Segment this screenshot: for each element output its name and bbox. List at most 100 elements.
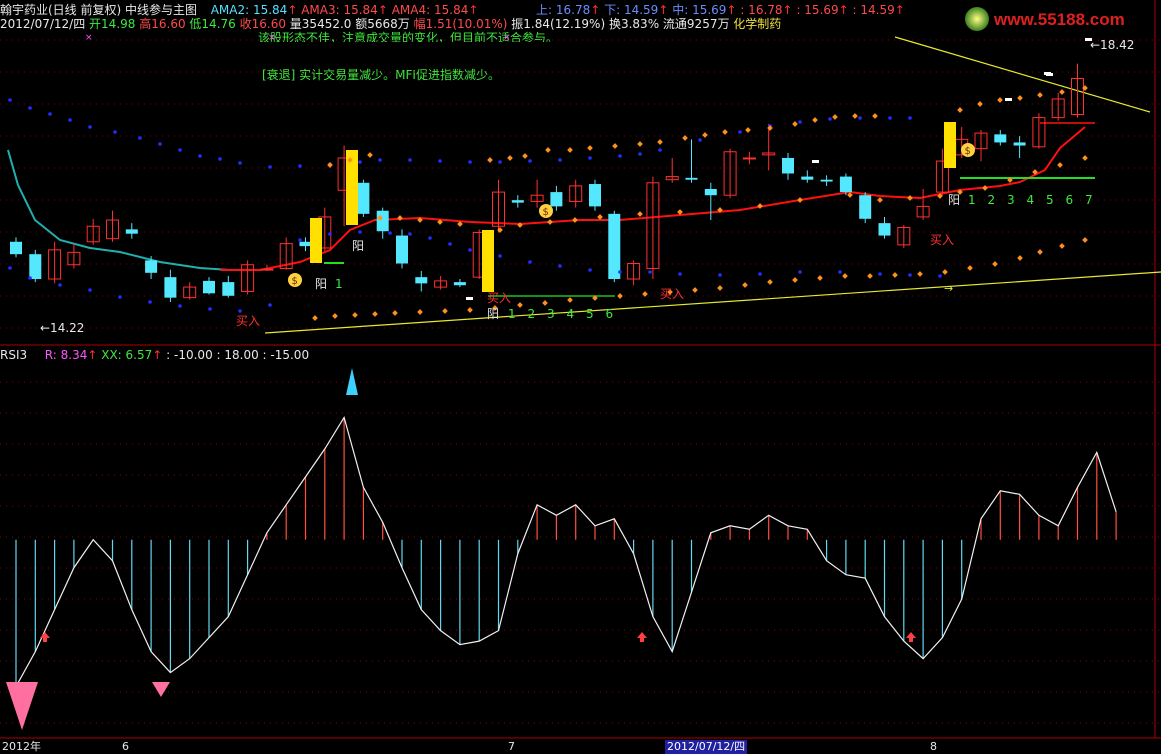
band-dot-blue: [378, 158, 382, 162]
band-dot-blue: [408, 232, 412, 236]
candle-body: [859, 195, 872, 219]
band-dot-orange: [1017, 95, 1023, 101]
buy-arrow-icon: [906, 632, 916, 638]
candle: [820, 175, 833, 186]
band-dot-blue: [618, 154, 622, 158]
count-label: 2: [528, 307, 536, 321]
candle: [396, 229, 408, 269]
band-dot-blue: [88, 288, 92, 292]
candle: [530, 179, 544, 208]
candle-body: [550, 192, 563, 207]
limit-up-bar: [944, 122, 956, 168]
band-dot-orange: [597, 214, 603, 220]
band-dot-orange: [702, 132, 708, 138]
candle-body: [222, 282, 235, 296]
count-label: 1: [968, 193, 976, 207]
candle-body: [1013, 142, 1026, 146]
buy-arrow-icon: [637, 632, 647, 638]
band-dot-orange: [442, 308, 448, 314]
chart-canvas[interactable]: × × × ←18.42←14.22阳阳阳阳11 2 3 4 5 61 2 3 4 5 6 7买入买入 买入买…: [0, 0, 1161, 751]
candle: [723, 148, 737, 199]
band-dot-orange: [745, 127, 751, 133]
band-dot-blue: [528, 260, 532, 264]
band-dot-blue: [238, 161, 242, 165]
band-dot-blue: [798, 270, 802, 274]
band-dot-blue: [268, 165, 272, 169]
band-dot-blue: [208, 307, 212, 311]
band-dot-orange: [812, 117, 818, 123]
ama-teal-line: [7, 149, 231, 271]
band-dot-blue: [178, 304, 182, 308]
candle-body: [376, 210, 389, 232]
band-dot-orange: [767, 279, 773, 285]
band-dot-blue: [498, 160, 502, 164]
band-dot-blue: [888, 116, 892, 120]
buy-arrow-icon: [43, 638, 47, 642]
band-dot-orange: [657, 139, 663, 145]
band-dot-orange: [487, 157, 493, 163]
candle: [434, 275, 448, 290]
magenta-marker: ×: [85, 33, 93, 43]
candle: [453, 279, 466, 288]
candle: [415, 270, 428, 292]
candle: [67, 243, 81, 269]
oversold-marker: [6, 682, 38, 730]
band-dot-orange: [522, 153, 528, 159]
band-dot-orange: [372, 311, 378, 317]
band-dot-orange: [547, 219, 553, 225]
band-dot-blue: [28, 276, 32, 280]
band-dot-blue: [438, 159, 442, 163]
band-dot-orange: [892, 272, 898, 278]
count-label: 1: [335, 277, 343, 291]
candle: [878, 216, 891, 239]
band-dot-orange: [817, 275, 823, 281]
band-dot-orange: [352, 312, 358, 318]
band-dot-blue: [498, 254, 502, 258]
candle-body: [203, 280, 215, 294]
candle: [897, 225, 911, 248]
yang-label: 阳: [948, 193, 960, 207]
candle: [1071, 63, 1084, 118]
band-dot-orange: [542, 300, 548, 306]
band-dot-orange: [392, 310, 398, 316]
band-dot-blue: [178, 148, 182, 152]
band-dot-blue: [8, 98, 12, 102]
band-dot-blue: [838, 270, 842, 274]
band-dot-orange: [682, 135, 688, 141]
band-dot-blue: [758, 272, 762, 276]
band-dot-blue: [908, 273, 912, 277]
band-dot-blue: [648, 270, 652, 274]
candle: [222, 275, 235, 298]
candle: [1051, 92, 1065, 121]
candle-body: [820, 179, 833, 182]
candle-body: [453, 282, 466, 286]
band-dot-orange: [567, 147, 573, 153]
band-dot-orange: [332, 313, 338, 319]
band-dot-orange: [467, 307, 473, 313]
band-dot-orange: [1057, 162, 1063, 168]
band-dot-orange: [312, 315, 318, 321]
band-dot-blue: [588, 156, 592, 160]
band-dot-blue: [58, 283, 62, 287]
band-dot-orange: [1017, 255, 1023, 261]
close-mark: [812, 160, 819, 163]
band-dot-orange: [967, 265, 973, 271]
candle-body: [589, 184, 601, 207]
candle-body: [704, 189, 717, 196]
magenta-marker: ×: [268, 33, 276, 43]
candle: [916, 189, 930, 221]
band-dot-blue: [238, 309, 242, 313]
band-dot-blue: [878, 272, 882, 276]
band-dot-blue: [448, 242, 452, 246]
band-dot-orange: [852, 113, 858, 119]
candle: [994, 130, 1007, 146]
band-dot-blue: [738, 130, 742, 134]
candle: [48, 241, 62, 284]
band-dot-blue: [8, 266, 12, 270]
count-label: 4: [567, 307, 575, 321]
rsi-line: [15, 415, 1117, 687]
candle-body: [396, 235, 408, 264]
candle-body: [782, 157, 794, 174]
band-dot-orange: [792, 277, 798, 283]
candle-body: [299, 241, 312, 247]
